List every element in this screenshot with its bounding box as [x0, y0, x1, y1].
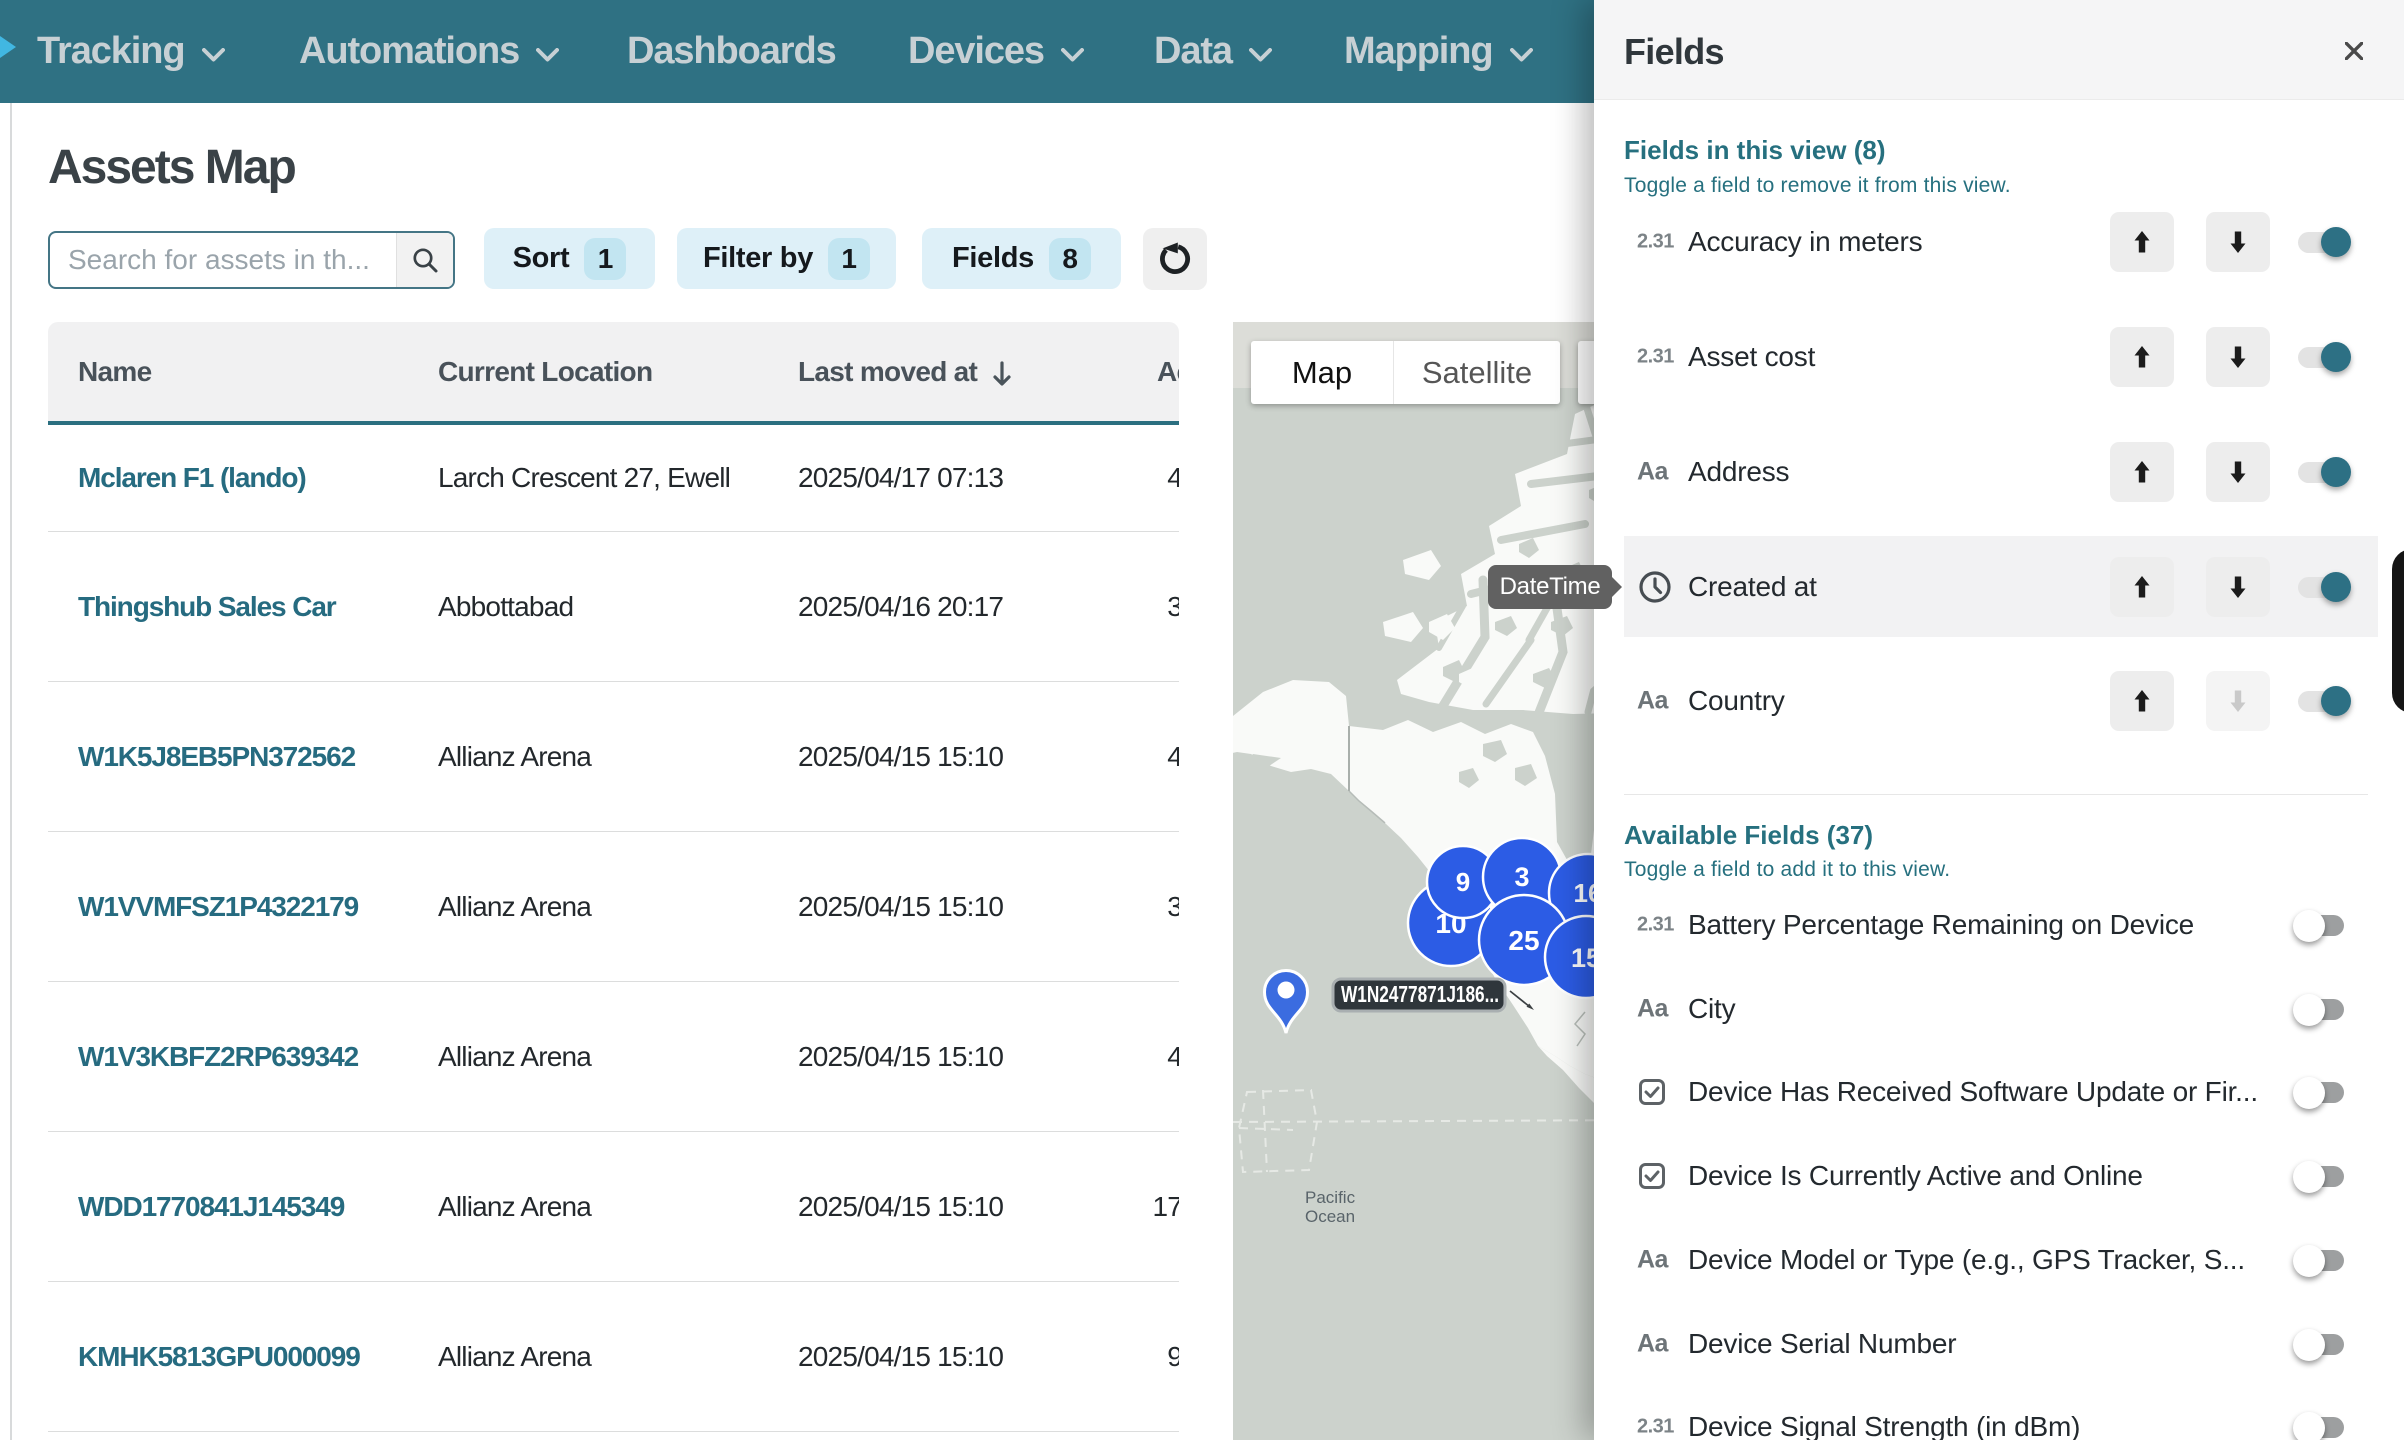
svg-text:9: 9 [1456, 867, 1470, 897]
svg-text:W1N2477871J186...: W1N2477871J186... [1341, 981, 1499, 1007]
svg-text:Pacific: Pacific [1305, 1188, 1356, 1207]
svg-text:25: 25 [1508, 925, 1539, 956]
svg-text:Ocean: Ocean [1305, 1207, 1355, 1226]
svg-text:3: 3 [1514, 862, 1529, 892]
